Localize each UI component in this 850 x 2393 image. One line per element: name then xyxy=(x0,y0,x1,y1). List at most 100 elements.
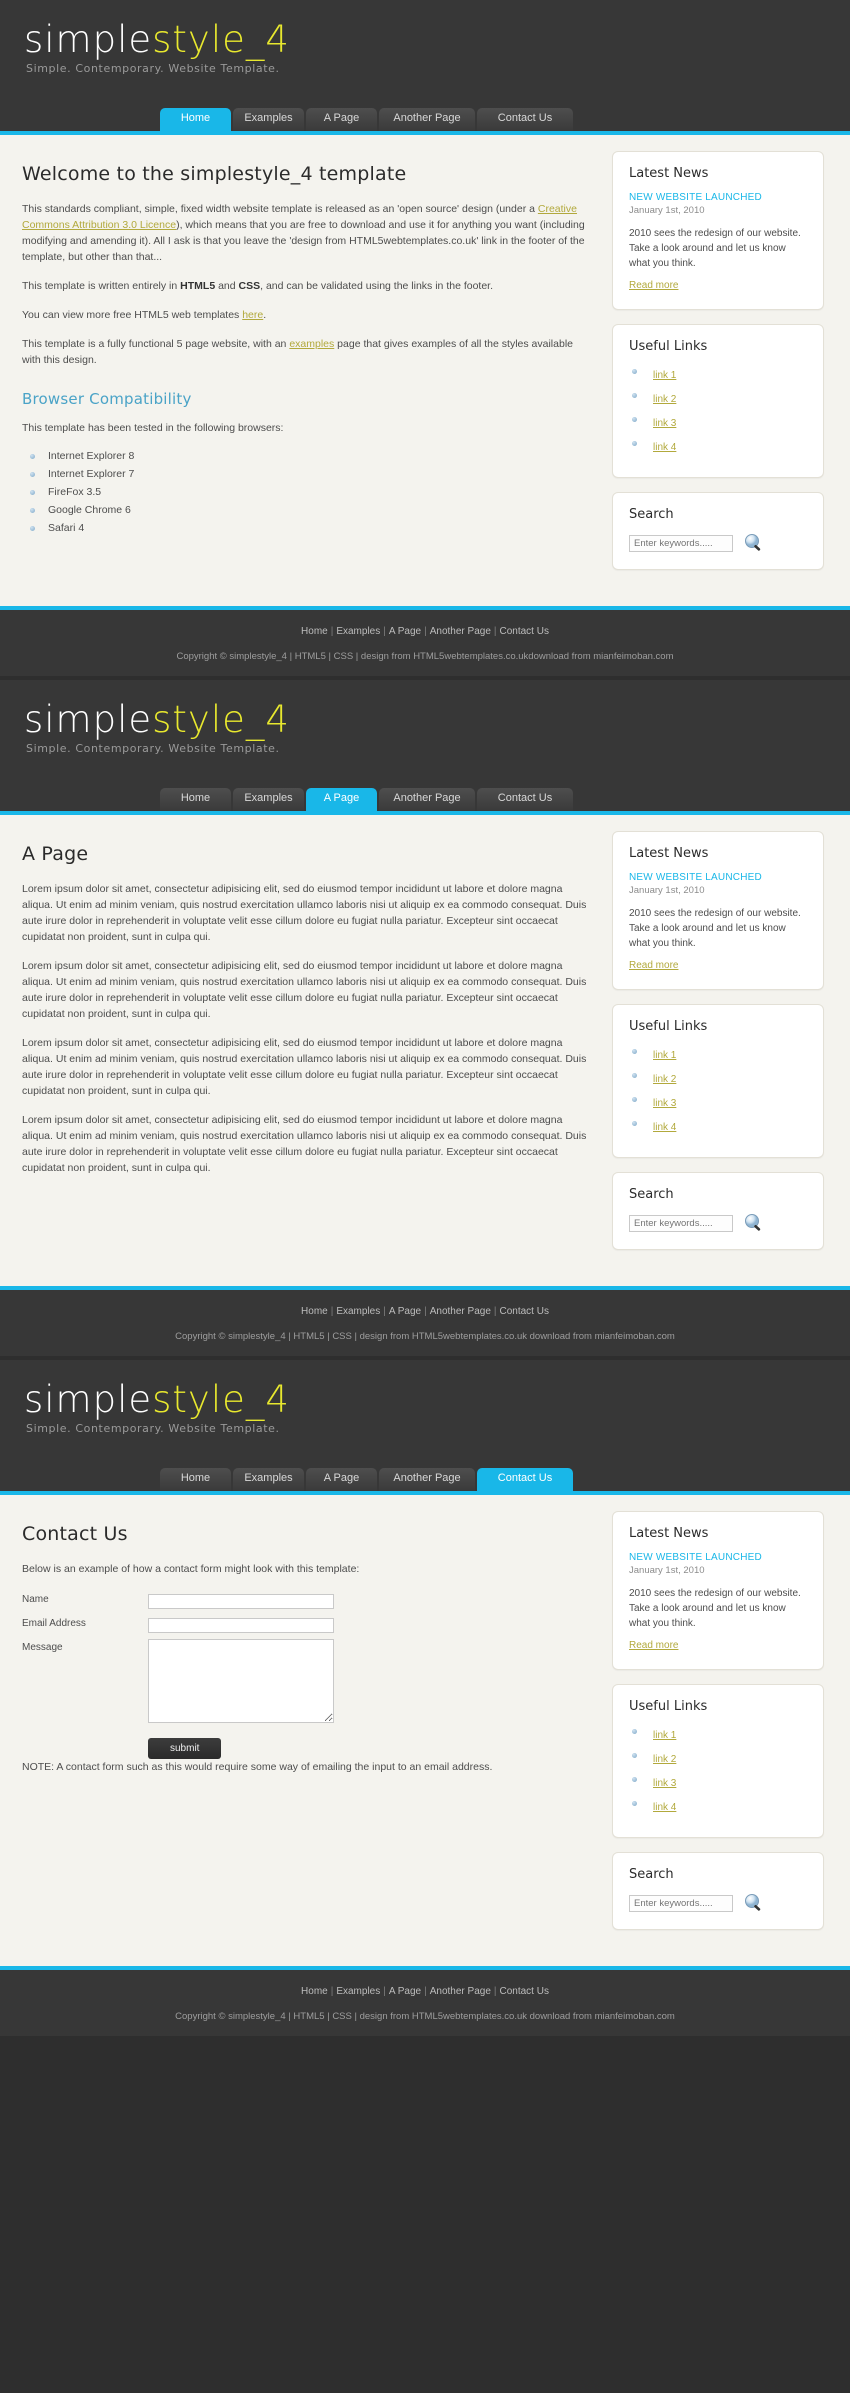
footer-sep: | xyxy=(286,651,295,662)
news-headline-link[interactable]: NEW WEBSITE LAUNCHED xyxy=(629,192,807,203)
design-credit-link[interactable]: design from HTML5webtemplates.co.uk down… xyxy=(360,1331,675,1342)
read-more-link[interactable]: Read more xyxy=(629,960,678,971)
search-input[interactable] xyxy=(629,534,733,552)
nav-item-another-page[interactable]: Another Page xyxy=(379,788,475,811)
news-headline-link[interactable]: NEW WEBSITE LAUNCHED xyxy=(629,872,807,883)
useful-links-list: link 1 link 2 link 3 link 4 xyxy=(629,1725,807,1821)
footer-nav-contact-us-link[interactable]: Contact Us xyxy=(500,626,549,637)
useful-link-4[interactable]: link 4 xyxy=(653,1802,676,1813)
design-credit-link[interactable]: design from HTML5webtemplates.co.ukdownl… xyxy=(361,651,674,662)
nav-item-home[interactable]: Home xyxy=(160,1468,231,1491)
name-field-cell xyxy=(148,1591,334,1615)
useful-link-1[interactable]: link 1 xyxy=(653,370,676,381)
nav-item-home[interactable]: Home xyxy=(160,788,231,811)
content-home: Welcome to the simplestyle_4 template Th… xyxy=(0,135,850,606)
nav-item-examples[interactable]: Examples xyxy=(233,788,304,811)
useful-link-2[interactable]: link 2 xyxy=(653,1754,676,1765)
email-field-cell xyxy=(148,1615,334,1639)
nav-item-contact-us[interactable]: Contact Us xyxy=(477,108,573,131)
name-field[interactable] xyxy=(148,1594,334,1609)
apage-paragraph-2: Lorem ipsum dolor sit amet, consectetur … xyxy=(22,960,587,1020)
sidebar-contact: Latest News NEW WEBSITE LAUNCHED January… xyxy=(612,1511,824,1944)
magnifier-icon[interactable] xyxy=(743,533,765,553)
nav-item-a-page[interactable]: A Page xyxy=(306,1468,377,1491)
footer-nav-contact-us-link[interactable]: Contact Us xyxy=(500,1986,549,1997)
examples-link[interactable]: examples xyxy=(289,338,334,350)
apage-paragraph-3: Lorem ipsum dolor sit amet, consectetur … xyxy=(22,1037,587,1097)
nav-item-examples[interactable]: Examples xyxy=(233,108,304,131)
design-credit-link[interactable]: design from HTML5webtemplates.co.uk down… xyxy=(360,2011,675,2022)
news-date: January 1st, 2010 xyxy=(629,1565,705,1576)
nav-item-another-page[interactable]: Another Page xyxy=(379,1468,475,1491)
more-templates-link[interactable]: here xyxy=(242,309,263,321)
news-body: 2010 sees the redesign of our website. T… xyxy=(629,1588,801,1629)
html5-validate-link[interactable]: HTML5 xyxy=(295,651,326,662)
useful-link-1[interactable]: link 1 xyxy=(653,1730,676,1741)
footer-nav-contact-us-link[interactable]: Contact Us xyxy=(500,1306,549,1317)
nav-item-home[interactable]: Home xyxy=(160,108,231,131)
footer-nav-home-link[interactable]: Home xyxy=(301,626,328,637)
home-p1-before: This standards compliant, simple, fixed … xyxy=(22,203,538,215)
footer-nav-examples-link[interactable]: Examples xyxy=(336,1986,380,1997)
useful-link-3[interactable]: link 3 xyxy=(653,1098,676,1109)
read-more-link[interactable]: Read more xyxy=(629,280,678,291)
email-field[interactable] xyxy=(148,1618,334,1633)
news-date: January 1st, 2010 xyxy=(629,205,705,216)
useful-link-3[interactable]: link 3 xyxy=(653,418,676,429)
useful-link-4[interactable]: link 4 xyxy=(653,442,676,453)
message-label: Message xyxy=(22,1642,63,1653)
news-headline-link[interactable]: NEW WEBSITE LAUNCHED xyxy=(629,1552,807,1563)
footer-nav-another-page-link[interactable]: Another Page xyxy=(430,626,491,637)
nav-item-another-page[interactable]: Another Page xyxy=(379,108,475,131)
logo-part-simple: simple xyxy=(24,1378,153,1421)
css-validate-link[interactable]: CSS xyxy=(332,1331,352,1342)
page-a-page: simplestyle_4 Simple. Contemporary. Webs… xyxy=(0,680,850,1356)
footer-nav-a-page-link[interactable]: A Page xyxy=(389,1986,421,1997)
useful-links-box: Useful Links link 1 link 2 link 3 link 4 xyxy=(612,324,824,478)
home-p2-c: and xyxy=(215,280,239,292)
footer-nav-another-page-link[interactable]: Another Page xyxy=(430,1306,491,1317)
read-more-link[interactable]: Read more xyxy=(629,1640,678,1651)
useful-links-list: link 1 link 2 link 3 link 4 xyxy=(629,365,807,461)
search-input[interactable] xyxy=(629,1894,733,1912)
footer-nav-another-page-link[interactable]: Another Page xyxy=(430,1986,491,1997)
main-nav-home: Home Examples A Page Another Page Contac… xyxy=(160,108,573,131)
css-validate-link[interactable]: CSS xyxy=(334,651,354,662)
footer-nav-a-page-link[interactable]: A Page xyxy=(389,626,421,637)
email-label: Email Address xyxy=(22,1618,86,1629)
page-home: simplestyle_4 Simple. Contemporary. Webs… xyxy=(0,0,850,676)
submit-button[interactable]: submit xyxy=(148,1738,222,1759)
search-row xyxy=(629,1213,807,1233)
search-box: Search xyxy=(612,1852,824,1930)
footer-nav-examples-link[interactable]: Examples xyxy=(336,626,380,637)
magnifier-icon[interactable] xyxy=(743,1893,765,1913)
site-tagline: Simple. Contemporary. Website Template. xyxy=(26,62,280,75)
nav-item-examples[interactable]: Examples xyxy=(233,1468,304,1491)
footer-nav-home-link[interactable]: Home xyxy=(301,1306,328,1317)
useful-link-3[interactable]: link 3 xyxy=(653,1778,676,1789)
useful-link-1[interactable]: link 1 xyxy=(653,1050,676,1061)
css-validate-link[interactable]: CSS xyxy=(332,2011,352,2022)
useful-link-2[interactable]: link 2 xyxy=(653,394,676,405)
nav-item-contact-us[interactable]: Contact Us xyxy=(477,1468,573,1491)
useful-link-4[interactable]: link 4 xyxy=(653,1122,676,1133)
nav-item-contact-us[interactable]: Contact Us xyxy=(477,788,573,811)
name-label: Name xyxy=(22,1594,49,1605)
nav-item-a-page[interactable]: A Page xyxy=(306,788,377,811)
html5-validate-link[interactable]: HTML5 xyxy=(293,1331,324,1342)
footer-nav-home-link[interactable]: Home xyxy=(301,1986,328,1997)
message-field[interactable] xyxy=(148,1639,334,1723)
news-body: 2010 sees the redesign of our website. T… xyxy=(629,908,801,949)
nav-item-a-page[interactable]: A Page xyxy=(306,108,377,131)
footer-nav-a-page-link[interactable]: A Page xyxy=(389,1306,421,1317)
main-column-contact: Contact Us Below is an example of how a … xyxy=(12,1511,600,1788)
footer-nav-examples-link[interactable]: Examples xyxy=(336,1306,380,1317)
html5-validate-link[interactable]: HTML5 xyxy=(293,2011,324,2022)
magnifier-icon[interactable] xyxy=(743,1213,765,1233)
footer-sep: | xyxy=(493,1306,497,1317)
footer-copyright-contact: Copyright © simplestyle_4 | HTML5 | CSS … xyxy=(0,2011,850,2022)
logo-part-style: style_4 xyxy=(152,1378,290,1421)
useful-links-heading: Useful Links xyxy=(629,1699,708,1714)
useful-link-2[interactable]: link 2 xyxy=(653,1074,676,1085)
search-input[interactable] xyxy=(629,1214,733,1232)
